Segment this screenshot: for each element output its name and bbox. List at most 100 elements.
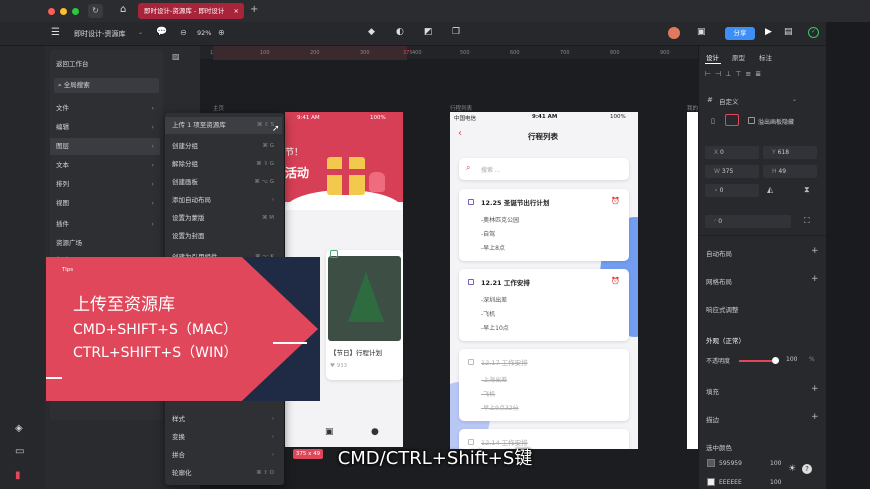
comment-icon[interactable]: 💬 xyxy=(156,27,167,37)
global-search[interactable]: ⌕ 全局搜索 xyxy=(54,78,159,93)
doc-title[interactable]: 即时设计-资源库 xyxy=(74,29,126,39)
menu-item-arrange[interactable]: 排列 › xyxy=(50,176,160,193)
tab-design[interactable]: 设计 xyxy=(706,52,719,62)
submenu-label: 样式 xyxy=(172,415,185,423)
flip-horizontal-icon[interactable]: ◭ xyxy=(767,185,773,194)
alarm-icon: ⏰ xyxy=(611,197,620,205)
add-auto-layout-icon[interactable]: + xyxy=(811,246,819,256)
x-field[interactable]: X 0 xyxy=(705,146,759,159)
set-mask-item[interactable]: 设置为蒙版 ⌘ M xyxy=(165,210,282,227)
back-arrow-icon[interactable]: ‹ xyxy=(458,128,462,139)
tab-annotate[interactable]: 标注 xyxy=(759,52,772,62)
trip-card[interactable]: 12.21 工作安排 ⏰ -深圳出差 -飞机 -早上10点 xyxy=(459,269,629,341)
add-fill-icon[interactable]: + xyxy=(811,384,819,394)
add-grid-icon[interactable]: + xyxy=(811,274,819,284)
image-icon[interactable]: ▨ xyxy=(172,52,180,61)
minimize-window-icon[interactable] xyxy=(60,8,67,15)
opacity-slider-thumb[interactable] xyxy=(772,357,779,364)
ungroup-item[interactable]: 解除分组 ⌘ ⇧ G xyxy=(165,156,282,173)
frame-label-trip-list: 行程列表 xyxy=(450,106,473,112)
plugin-icon[interactable]: ▮ xyxy=(15,470,21,481)
trip-title: 12.17 工作安排 xyxy=(481,359,528,367)
rotation-field[interactable]: ∘ 0 xyxy=(705,184,759,197)
create-frame-item[interactable]: 创建画板 ⌘ ⌥ G xyxy=(165,174,282,191)
component-icon[interactable]: ◆ xyxy=(368,27,375,37)
maximize-window-icon[interactable] xyxy=(72,8,79,15)
frame-type[interactable]: 自定义 xyxy=(719,96,739,106)
trip-card-done[interactable]: 12.17 工作安排 -上海出差 -飞机 -早上9点32分 xyxy=(459,349,629,421)
landscape-icon[interactable] xyxy=(725,114,739,126)
menu-item-file[interactable]: 文件 › xyxy=(50,100,160,117)
clip-checkbox[interactable] xyxy=(748,117,755,124)
menu-item-text[interactable]: 文本 › xyxy=(50,157,160,174)
zoom-in-icon[interactable]: ⊕ xyxy=(218,28,225,37)
new-tab-icon[interactable]: + xyxy=(250,4,258,15)
add-stroke-icon[interactable]: + xyxy=(811,412,819,422)
create-group-item[interactable]: 创建分组 ⌘ G xyxy=(165,138,282,155)
back-to-workbench[interactable]: 返回工作台 xyxy=(56,58,89,68)
trip-list-frame[interactable]: 中国电信 9:41 AM 100% ‹ 行程列表 ⌕ 搜索 ... 12.25 … xyxy=(450,112,638,449)
zoom-level[interactable]: 92% xyxy=(197,29,211,37)
close-tab-icon[interactable]: × xyxy=(234,3,239,19)
layers-icon[interactable]: ◈ xyxy=(15,423,23,434)
menu-item-layer[interactable]: 图层 › xyxy=(50,138,160,155)
page-title: 行程列表 xyxy=(528,132,558,141)
close-window-icon[interactable] xyxy=(48,8,55,15)
independent-corners-icon[interactable]: ⛶ xyxy=(804,216,810,226)
menu-item-view[interactable]: 视图 › xyxy=(50,195,160,212)
menu-item-edit[interactable]: 编辑 › xyxy=(50,119,160,136)
tab-message-icon[interactable]: ▣ xyxy=(325,427,334,437)
appearance-label[interactable]: 外观（正常） xyxy=(706,335,745,345)
tips-win-shortcut: CTRL+SHIFT+S（WIN） xyxy=(73,345,238,361)
mine-frame[interactable] xyxy=(687,112,698,449)
y-value: 618 xyxy=(777,149,790,156)
style-item[interactable]: 样式 › xyxy=(165,411,282,428)
trip-line: -早上10点 xyxy=(481,325,509,332)
upload-to-library-item[interactable]: 上传 1 项至资源库 ⌘ ⇧ S xyxy=(165,117,282,134)
width-field[interactable]: W 375 xyxy=(705,165,759,178)
banner-line-2: 活动 xyxy=(285,166,310,180)
color-opacity[interactable]: 100 xyxy=(770,479,781,486)
opacity-label: 不透明度 xyxy=(706,358,731,365)
trip-card[interactable]: 12.25 圣诞节出行计划 ⏰ -奥林匹克公园 -自驾 -早上8点 xyxy=(459,189,629,261)
y-field[interactable]: Y 618 xyxy=(763,146,817,159)
checkbox-icon[interactable] xyxy=(468,199,474,205)
tab-prototype[interactable]: 原型 xyxy=(732,52,745,62)
menu-item-resource-square[interactable]: 资源广场 xyxy=(50,235,160,252)
opacity-value[interactable]: 100 xyxy=(786,356,797,363)
checkbox-icon[interactable] xyxy=(468,359,474,365)
shortcut: ⌘ ⇧ G xyxy=(256,161,274,167)
doc-dropdown-icon[interactable]: ⌄ xyxy=(138,29,143,36)
menu-item-plugins[interactable]: 插件 › xyxy=(50,216,160,233)
zoom-out-icon[interactable]: ⊖ xyxy=(180,28,187,37)
home-icon[interactable]: ⌂ xyxy=(120,4,126,15)
trip-plan-card[interactable]: 【节日】行程计划 ♥ 933 xyxy=(326,250,403,380)
present-icon[interactable]: ▤ xyxy=(784,27,793,37)
tab-current[interactable]: 即时设计-资源库 - 即时设计 × xyxy=(138,3,244,19)
trip-title: 12.21 工作安排 xyxy=(481,279,530,287)
like-icon[interactable]: ♥ 933 xyxy=(330,363,347,369)
library-icon[interactable]: ▣ xyxy=(697,27,706,37)
search-input[interactable]: ⌕ 搜索 ... xyxy=(459,158,629,180)
share-button[interactable]: 分享 xyxy=(725,27,755,40)
avatar[interactable] xyxy=(668,27,680,39)
tab-profile-icon[interactable]: ● xyxy=(371,427,379,437)
opacity-slider[interactable] xyxy=(739,360,775,362)
frame-type-dropdown-icon[interactable]: ⌄ xyxy=(792,96,797,103)
play-icon[interactable]: ▶ xyxy=(765,27,772,37)
height-field[interactable]: H 49 xyxy=(763,165,817,178)
portrait-icon[interactable]: ▯ xyxy=(711,117,715,125)
flip-vertical-icon[interactable]: ⧗ xyxy=(804,185,810,195)
color-swatch[interactable] xyxy=(707,478,715,486)
set-cover-item[interactable]: 设置为封面 xyxy=(165,228,282,245)
group-icon[interactable]: ❐ xyxy=(452,27,460,37)
reload-icon[interactable]: ↻ xyxy=(88,4,103,18)
checkbox-icon[interactable] xyxy=(468,279,474,285)
corner-radius-field[interactable]: ◜ 0 xyxy=(705,215,791,228)
main-menu-icon[interactable]: ☰ xyxy=(51,27,60,38)
boolean-icon[interactable]: ◐ xyxy=(396,27,404,37)
align-icon[interactable]: ⊢⊣⊥⊤≡≣ xyxy=(705,70,765,78)
color-hex[interactable]: EEEEEE xyxy=(719,479,742,486)
auto-layout-item[interactable]: 添加自动布局 › xyxy=(165,192,282,209)
mask-icon[interactable]: ◩ xyxy=(424,27,433,37)
